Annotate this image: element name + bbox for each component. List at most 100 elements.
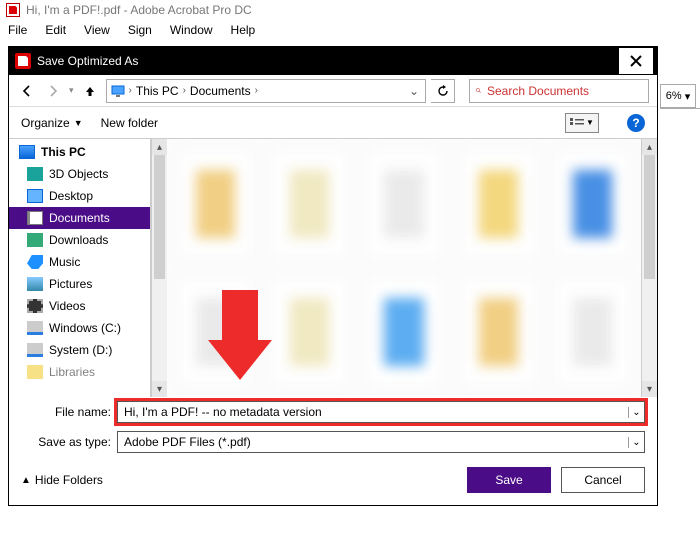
view-icon [570,118,584,128]
folder-thumbnail[interactable] [269,275,349,389]
folder-thumbnail[interactable] [364,275,444,389]
arrow-up-icon [83,84,97,98]
new-folder-button[interactable]: New folder [101,116,158,130]
filetype-input[interactable] [118,435,628,449]
tree-downloads[interactable]: Downloads [9,229,150,251]
video-icon [27,299,43,313]
breadcrumb[interactable]: › This PC › Documents › ⌄ [106,79,426,103]
tree-label: Libraries [49,365,95,379]
crumb-this-pc[interactable]: This PC [136,84,179,98]
tree-this-pc[interactable]: This PC [9,141,150,163]
filename-combo[interactable]: ⌄ [117,401,645,423]
folder-thumbnail[interactable] [175,147,255,261]
folder-thumbnail[interactable] [458,275,538,389]
tree-desktop[interactable]: Desktop [9,185,150,207]
dialog-footer: ▲ Hide Folders Save Cancel [9,457,657,505]
folder-thumbnail[interactable] [458,147,538,261]
desktop-icon [27,189,43,203]
dialog-title: Save Optimized As [37,54,613,68]
menu-help[interactable]: Help [231,23,256,37]
menu-window[interactable]: Window [170,23,213,37]
pdf-icon [15,53,31,69]
tree-scrollbar[interactable]: ▴ ▾ [151,139,167,397]
filetype-row: Save as type: ⌄ [9,427,657,457]
breadcrumb-dropdown[interactable]: ⌄ [407,84,421,98]
filetype-label: Save as type: [21,435,111,449]
menu-file[interactable]: File [8,23,27,37]
folder-thumbnail[interactable] [553,147,633,261]
refresh-button[interactable] [431,79,455,103]
tree-documents[interactable]: Documents [9,207,150,229]
menu-view[interactable]: View [84,23,110,37]
menu-edit[interactable]: Edit [45,23,66,37]
tree-libraries[interactable]: Libraries [9,361,150,383]
scroll-up-icon[interactable]: ▴ [152,139,167,155]
tree-label: 3D Objects [49,167,108,181]
filename-input[interactable] [118,405,628,419]
search-box[interactable] [469,79,649,103]
filename-row: File name: ⌄ [9,397,657,427]
thumbnail-grid [175,147,633,389]
filetype-combo[interactable]: ⌄ [117,431,645,453]
back-button[interactable] [17,81,37,101]
tree-label: Desktop [49,189,93,203]
app-title: Hi, I'm a PDF!.pdf - Adobe Acrobat Pro D… [26,3,252,17]
folder-thumbnail[interactable] [269,147,349,261]
recent-locations-dropdown[interactable]: ▾ [69,85,74,96]
cancel-label: Cancel [584,473,621,487]
combo-dropdown-button[interactable]: ⌄ [628,437,644,448]
dialog-titlebar: Save Optimized As [9,47,657,75]
monitor-icon [111,85,125,97]
toolbar-row: Organize ▼ New folder ▼ ? [9,107,657,139]
nav-row: ▾ › This PC › Documents › ⌄ [9,75,657,107]
up-button[interactable] [80,81,100,101]
tree-videos[interactable]: Videos [9,295,150,317]
hide-folders-button[interactable]: ▲ Hide Folders [21,473,103,487]
scroll-thumb[interactable] [154,155,165,279]
folder-icon [27,365,43,379]
zoom-dropdown[interactable]: 6% ▾ [660,84,696,108]
chevron-right-icon: › [255,85,258,96]
folder-thumbnail[interactable] [175,275,255,389]
search-input[interactable] [487,84,642,98]
tree-drive-d[interactable]: System (D:) [9,339,150,361]
help-icon: ? [632,116,639,130]
scroll-down-icon[interactable]: ▾ [152,381,167,397]
acrobat-icon [6,3,20,17]
scroll-down-icon[interactable]: ▾ [642,381,657,397]
files-scrollbar[interactable]: ▴ ▾ [641,139,657,397]
tree-label: Downloads [49,233,108,247]
tree-pictures[interactable]: Pictures [9,273,150,295]
dialog-body: This PC 3D Objects Desktop Documents Dow… [9,139,657,397]
scroll-track[interactable] [152,155,167,381]
scroll-track[interactable] [642,155,657,381]
forward-button[interactable] [43,81,63,101]
save-button[interactable]: Save [467,467,551,493]
tree-music[interactable]: Music [9,251,150,273]
chevron-right-icon: › [129,85,132,96]
drive-icon [27,321,43,335]
tree-label: Videos [49,299,85,313]
folder-thumbnail[interactable] [364,147,444,261]
chevron-down-icon: ▼ [74,118,83,128]
folder-tree[interactable]: This PC 3D Objects Desktop Documents Dow… [9,139,151,397]
folder-thumbnail[interactable] [553,275,633,389]
scroll-thumb[interactable] [644,155,655,279]
tree-drive-c[interactable]: Windows (C:) [9,317,150,339]
tree-label: Music [49,255,80,269]
organize-button[interactable]: Organize ▼ [21,116,83,130]
tree-3d-objects[interactable]: 3D Objects [9,163,150,185]
scroll-up-icon[interactable]: ▴ [642,139,657,155]
view-mode-button[interactable]: ▼ [565,113,599,133]
chevron-down-icon: ▼ [586,118,594,127]
menubar: File Edit View Sign Window Help [0,20,700,40]
arrow-left-icon [20,84,34,98]
combo-dropdown-button[interactable]: ⌄ [628,407,644,418]
cancel-button[interactable]: Cancel [561,467,645,493]
menu-sign[interactable]: Sign [128,23,152,37]
refresh-icon [436,84,450,98]
crumb-documents[interactable]: Documents [190,84,251,98]
help-button[interactable]: ? [627,114,645,132]
file-list[interactable] [167,139,641,397]
close-button[interactable] [619,48,653,74]
